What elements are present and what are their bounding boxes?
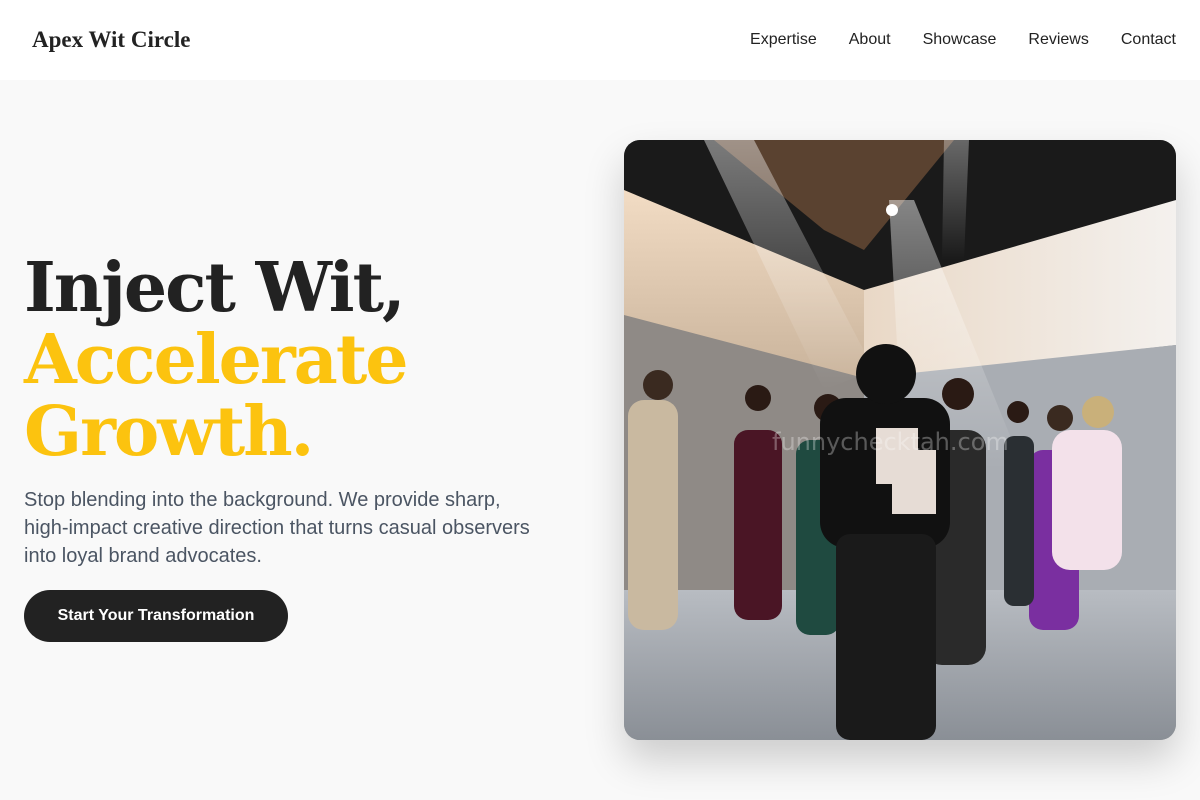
hero-text: Inject Wit, Accelerate Growth. Stop blen… <box>24 252 584 642</box>
nav-link-reviews[interactable]: Reviews <box>1028 31 1088 49</box>
brand-logo[interactable]: Apex Wit Circle <box>32 27 190 53</box>
site-header: Apex Wit Circle Expertise About Showcase… <box>0 0 1200 80</box>
nav-link-showcase[interactable]: Showcase <box>923 31 997 49</box>
headline-line-1: Inject Wit, <box>24 248 406 328</box>
nav-link-contact[interactable]: Contact <box>1121 31 1176 49</box>
image-watermark: funnychecktah.com <box>772 428 1009 456</box>
main-nav: Expertise About Showcase Reviews Contact <box>750 31 1176 49</box>
hero-photo: funnychecktah.com <box>624 140 1176 740</box>
start-transformation-button[interactable]: Start Your Transformation <box>24 590 288 642</box>
hero-headline: Inject Wit, Accelerate Growth. <box>24 252 584 468</box>
headline-line-2: Accelerate <box>24 320 409 400</box>
nav-link-about[interactable]: About <box>849 31 891 49</box>
nav-link-expertise[interactable]: Expertise <box>750 31 817 49</box>
hero-subtitle: Stop blending into the background. We pr… <box>24 489 530 567</box>
fashion-show-photo: funnychecktah.com <box>624 140 1176 740</box>
headline-line-3: Growth. <box>24 392 314 472</box>
